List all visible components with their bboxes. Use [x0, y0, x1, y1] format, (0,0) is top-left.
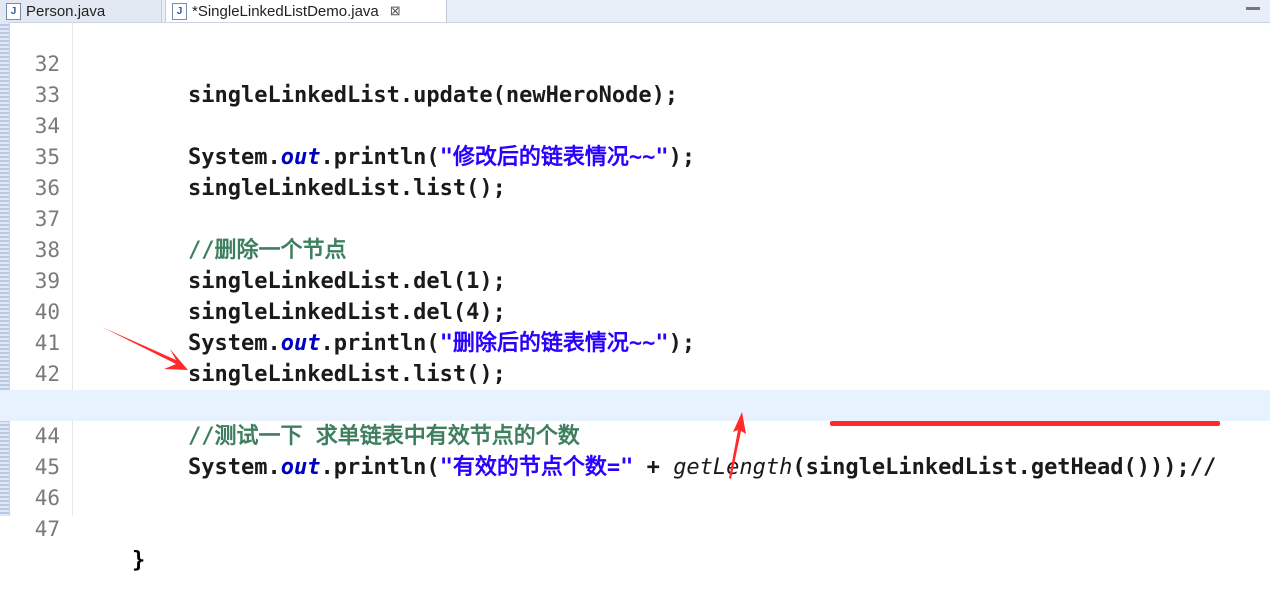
- closing-brace: }: [132, 548, 146, 573]
- line-number: 47: [34, 517, 60, 541]
- red-arrow-icon: [102, 327, 188, 370]
- annotation-arrows: [102, 327, 746, 479]
- red-arrow-icon: [729, 412, 746, 479]
